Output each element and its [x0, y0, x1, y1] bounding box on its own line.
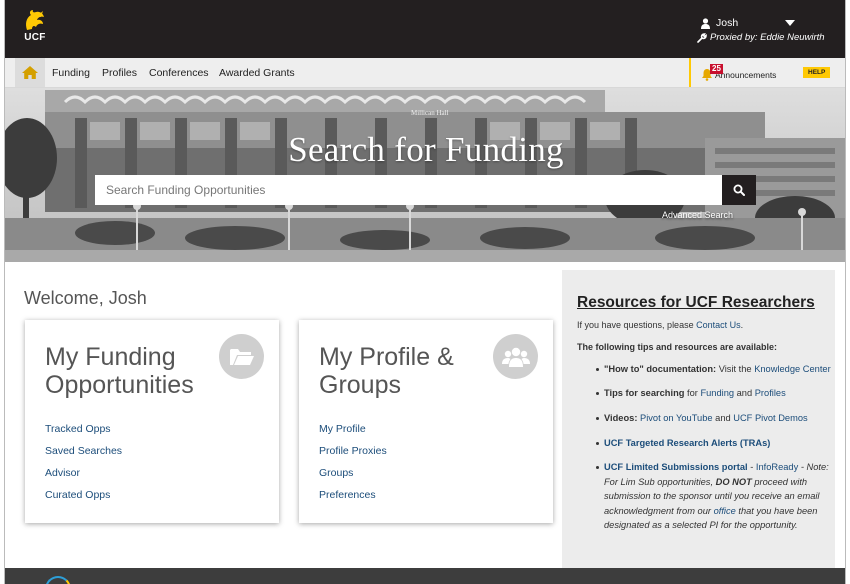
pegasus-icon — [26, 10, 44, 30]
user-menu[interactable]: Josh Proxied by: Eddie Neuwirth — [697, 15, 831, 43]
logo-text: UCF — [24, 32, 46, 43]
list-item: Tips for searching for Funding and Profi… — [577, 386, 832, 401]
resources-panel: Resources for UCF Researchers If you hav… — [562, 270, 835, 570]
curated-opps-link[interactable]: Curated Opps — [45, 489, 122, 511]
funding-card: My Funding Opportunities Tracked Opps Sa… — [25, 320, 279, 523]
user-icon — [701, 17, 710, 29]
wrench-icon — [697, 32, 707, 43]
search-button[interactable] — [722, 175, 756, 205]
list-item: UCF Limited Submissions portal - InfoRea… — [577, 460, 832, 533]
preferences-link[interactable]: Preferences — [319, 489, 387, 511]
resources-list: "How to" documentation: Visit the Knowle… — [577, 362, 832, 533]
main-nav: Funding Profiles Conferences Awarded Gra… — [5, 58, 845, 88]
home-button[interactable] — [15, 58, 45, 87]
advanced-search-link[interactable]: Advanced Search — [662, 210, 733, 220]
welcome-heading: Welcome, Josh — [24, 288, 147, 308]
folder-open-icon — [219, 334, 264, 379]
funding-tips-link[interactable]: Funding — [700, 388, 734, 398]
card-title: My Profile & Groups — [319, 343, 454, 399]
nav-awarded-grants[interactable]: Awarded Grants — [219, 67, 295, 79]
announcements-badge: 25 — [710, 64, 723, 74]
page-frame: UCF Josh Proxied by: Eddie Neuwirth Fund… — [4, 0, 846, 584]
top-header: UCF Josh Proxied by: Eddie Neuwirth — [5, 0, 845, 58]
footer — [5, 568, 845, 584]
tra-link[interactable]: UCF Targeted Research Alerts (TRAs) — [604, 438, 770, 448]
users-icon — [493, 334, 538, 379]
infoready-link[interactable]: InfoReady — [756, 462, 798, 472]
footer-logo-icon — [45, 576, 71, 584]
list-item: UCF Targeted Research Alerts (TRAs) — [577, 436, 832, 451]
my-profile-link[interactable]: My Profile — [319, 423, 387, 445]
advisor-link[interactable]: Advisor — [45, 467, 122, 489]
knowledge-center-link[interactable]: Knowledge Center — [754, 364, 831, 374]
help-button[interactable]: HELP — [803, 67, 831, 78]
proxy-text: Proxied by: Eddie Neuwirth — [710, 32, 825, 43]
nav-profiles[interactable]: Profiles — [102, 67, 137, 79]
nav-conferences[interactable]: Conferences — [149, 67, 209, 79]
card-title: My Funding Opportunities — [45, 343, 194, 399]
building-sign: Millican Hall — [411, 109, 449, 117]
announcements-label: Announcements — [715, 69, 777, 80]
announcements-link[interactable]: 25 Announcements — [701, 62, 776, 81]
contact-us-link[interactable]: Contact Us — [696, 320, 741, 330]
youtube-link[interactable]: Pivot on YouTube — [640, 413, 713, 423]
questions-text: If you have questions, please Contact Us… — [577, 320, 744, 330]
tips-intro: The following tips and resources are ava… — [577, 342, 778, 352]
search-title: Search for Funding — [288, 130, 564, 169]
office-link[interactable]: office — [714, 506, 736, 516]
tracked-opps-link[interactable]: Tracked Opps — [45, 423, 122, 445]
search-input[interactable] — [95, 175, 722, 205]
search-icon — [733, 184, 745, 196]
user-name: Josh — [716, 17, 739, 29]
profile-proxies-link[interactable]: Profile Proxies — [319, 445, 387, 467]
list-item: "How to" documentation: Visit the Knowle… — [577, 362, 832, 377]
groups-link[interactable]: Groups — [319, 467, 387, 489]
list-item: Videos: Pivot on YouTube and UCF Pivot D… — [577, 411, 832, 426]
limited-submissions-link[interactable]: UCF Limited Submissions portal — [604, 462, 748, 472]
resources-title: Resources for UCF Researchers — [577, 294, 815, 311]
nav-funding[interactable]: Funding — [52, 67, 90, 79]
profile-card: My Profile & Groups My Profile Profile P… — [299, 320, 553, 523]
pivot-demos-link[interactable]: UCF Pivot Demos — [733, 413, 807, 423]
hero-banner: Millican Hall Search for Funding Advance… — [5, 88, 845, 262]
chevron-down-icon[interactable] — [785, 20, 795, 26]
nav-divider — [689, 58, 691, 87]
ucf-logo[interactable]: UCF — [17, 8, 53, 46]
saved-searches-link[interactable]: Saved Searches — [45, 445, 122, 467]
home-icon — [22, 66, 38, 79]
profiles-tips-link[interactable]: Profiles — [755, 388, 786, 398]
